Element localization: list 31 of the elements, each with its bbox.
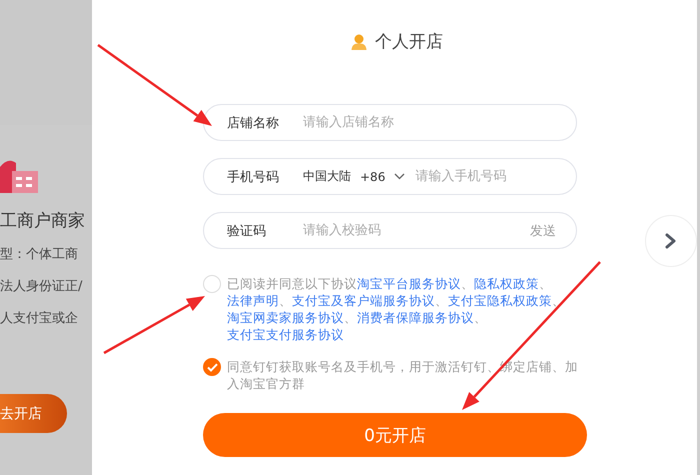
chevron-right-icon — [665, 233, 677, 249]
field-label: 验证码 — [227, 222, 267, 240]
agreement-link[interactable]: 淘宝网卖家服务协议 — [227, 310, 344, 325]
open-shop-button[interactable]: 去开店 — [0, 394, 67, 433]
card-text: 法人身份证正/ — [0, 278, 82, 296]
country-code-select[interactable]: 中国大陆 +86 — [303, 168, 406, 185]
agreement-text: 已阅读并同意以下协议淘宝平台服务协议、隐私权政策、 法律声明、支付宝及客户端服务协议、支付宝隐私权政策、 淘宝网卖家服务协议、消费者保障服务协议、 支付宝支付服务协议 — [227, 275, 566, 343]
field-label: 手机号码 — [227, 168, 280, 186]
card-title: 工商户商家 — [0, 210, 85, 232]
open-shop-submit-button[interactable]: 0元开店 — [203, 413, 587, 457]
agreement-link[interactable]: 支付宝及客户端服务协议 — [292, 293, 435, 308]
checkbox[interactable] — [203, 358, 221, 376]
caret-icon — [394, 173, 406, 180]
text-input[interactable]: 请输入手机号码 — [415, 169, 556, 184]
input-field[interactable]: 店铺名称 请输入店铺名称 — [203, 104, 577, 141]
card-text: 人支付宝或企 — [0, 310, 78, 328]
person-icon — [351, 34, 367, 50]
checkmark-icon — [206, 362, 218, 372]
field-label: 店铺名称 — [227, 114, 280, 132]
agreement-link[interactable]: 隐私权政策 — [474, 276, 539, 291]
input-field[interactable]: 手机号码 中国大陆 +86 请输入手机号码 — [203, 158, 577, 195]
agreement-link[interactable]: 支付宝隐私权政策 — [448, 293, 552, 308]
text-input[interactable]: 请输入校验码 — [303, 223, 530, 238]
agreement-link[interactable]: 法律声明 — [227, 293, 279, 308]
agreement-link[interactable]: 支付宝支付服务协议 — [227, 327, 344, 342]
text-input[interactable]: 请输入店铺名称 — [303, 115, 556, 130]
card-text: 型：个体工商 — [0, 246, 78, 264]
next-button[interactable] — [645, 215, 697, 267]
agreement-link[interactable]: 淘宝平台服务协议 — [357, 276, 461, 291]
agreement-link[interactable]: 消费者保障服务协议 — [357, 310, 474, 325]
dialog-title: 个人开店 — [375, 31, 443, 53]
